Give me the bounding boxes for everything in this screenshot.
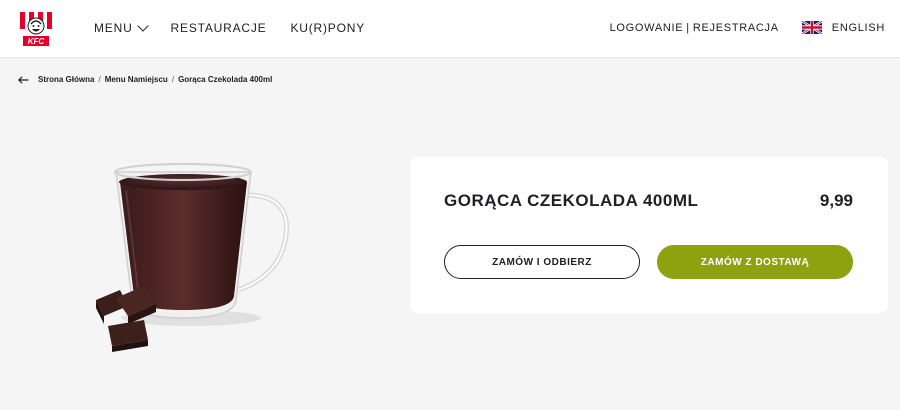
chevron-down-icon bbox=[136, 19, 149, 32]
product-card: GORĄCA CZEKOLADA 400ML 9,99 ZAMÓW I ODBI… bbox=[410, 157, 888, 313]
back-arrow-icon[interactable] bbox=[18, 75, 29, 84]
breadcrumb-separator: / bbox=[171, 75, 175, 84]
order-pickup-button[interactable]: ZAMÓW I ODBIERZ bbox=[444, 245, 640, 279]
kfc-logo[interactable]: KFC bbox=[20, 12, 52, 46]
breadcrumb: Strona Główna / Menu Namiejscu / Gorąca … bbox=[18, 75, 272, 84]
nav-coupons[interactable]: KU(R)PONY bbox=[290, 21, 365, 35]
breadcrumb-separator: / bbox=[98, 75, 101, 84]
product-image bbox=[86, 150, 296, 360]
product-name: GORĄCA CZEKOLADA 400ML bbox=[444, 191, 699, 210]
product-price: 9,99 bbox=[819, 191, 853, 210]
main-nav: MENU RESTAURACJE KU(R)PONY bbox=[94, 19, 365, 35]
nav-restaurants[interactable]: RESTAURACJE bbox=[171, 21, 267, 35]
login-separator: | bbox=[686, 21, 690, 34]
register-link[interactable]: REJESTRACJA bbox=[693, 22, 779, 34]
breadcrumb-current: Gorąca Czekolada 400ml bbox=[178, 75, 273, 84]
language-label: ENGLISH bbox=[831, 21, 885, 34]
uk-flag-icon bbox=[801, 21, 822, 34]
nav-menu[interactable]: MENU bbox=[94, 19, 149, 35]
account-nav: LOGOWANIE | REJESTRACJA ENGLISH bbox=[610, 21, 885, 34]
breadcrumb-home[interactable]: Strona Główna bbox=[38, 75, 94, 84]
breadcrumb-menu[interactable]: Menu Namiejscu bbox=[105, 75, 168, 84]
site-header: KFC MENU RESTAURACJE KU(R)PONY LOGOWANIE… bbox=[0, 0, 900, 58]
order-delivery-button[interactable]: ZAMÓW Z DOSTAWĄ bbox=[657, 245, 853, 279]
nav-menu-label: MENU bbox=[94, 21, 133, 35]
logo-text: KFC bbox=[28, 37, 45, 46]
login-link[interactable]: LOGOWANIE bbox=[610, 22, 684, 34]
language-switcher[interactable]: ENGLISH bbox=[801, 21, 885, 34]
